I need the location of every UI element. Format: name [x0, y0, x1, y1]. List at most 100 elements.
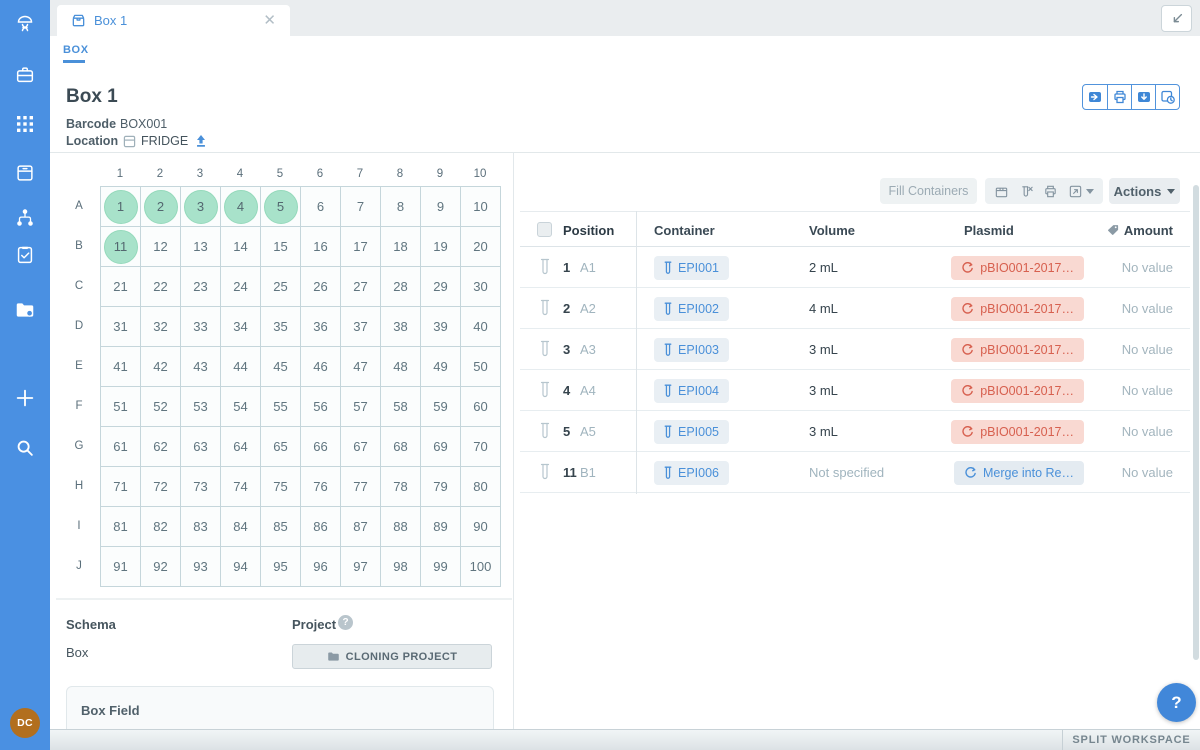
scrollbar[interactable] [1193, 185, 1199, 660]
help-button[interactable]: ? [1157, 683, 1196, 722]
grid-cell[interactable]: 14 [221, 227, 261, 267]
grid-cell[interactable]: 48 [381, 347, 421, 387]
search-icon[interactable] [0, 437, 50, 459]
grid-cell[interactable]: 20 [461, 227, 501, 267]
project-button[interactable]: CLONING PROJECT [292, 644, 492, 669]
benchtop-briefcase-icon[interactable] [0, 64, 50, 86]
grid-cell-filled[interactable]: 2 [141, 187, 181, 227]
grid-cell[interactable]: 69 [421, 427, 461, 467]
grid-cell[interactable]: 74 [221, 467, 261, 507]
column-header-amount[interactable]: Amount [1107, 212, 1173, 248]
grid-cell[interactable]: 86 [301, 507, 341, 547]
container-disc[interactable]: 5 [264, 190, 298, 224]
history-button[interactable] [1155, 85, 1179, 109]
grid-cell[interactable]: 55 [261, 387, 301, 427]
grid-cell[interactable]: 45 [261, 347, 301, 387]
grid-cell[interactable]: 98 [381, 547, 421, 587]
grid-cell[interactable]: 16 [301, 227, 341, 267]
column-header-container[interactable]: Container [654, 212, 715, 248]
grid-cell[interactable]: 6 [301, 187, 341, 227]
grid-cell[interactable]: 72 [141, 467, 181, 507]
container-chip[interactable]: EPI001 [654, 256, 729, 280]
table-row[interactable]: 4 A4 EPI004 3 mL pBIO001-2017… No value [520, 370, 1190, 411]
grid-cell[interactable]: 27 [341, 267, 381, 307]
grid-cell[interactable]: 13 [181, 227, 221, 267]
grid-cell[interactable]: 58 [381, 387, 421, 427]
print-list-icon[interactable] [1043, 184, 1058, 199]
grid-cell[interactable]: 87 [341, 507, 381, 547]
grid-cell[interactable]: 80 [461, 467, 501, 507]
grid-cell[interactable]: 17 [341, 227, 381, 267]
grid-cell[interactable]: 83 [181, 507, 221, 547]
grid-cell[interactable]: 85 [261, 507, 301, 547]
table-row[interactable]: 1 A1 EPI001 2 mL pBIO001-2017… No value [520, 247, 1190, 288]
grid-cell[interactable]: 42 [141, 347, 181, 387]
fill-containers-button[interactable]: Fill Containers [880, 178, 977, 204]
grid-cell[interactable]: 47 [341, 347, 381, 387]
grid-cell[interactable]: 61 [101, 427, 141, 467]
grid-cell[interactable]: 71 [101, 467, 141, 507]
projects-folder-icon[interactable] [0, 299, 50, 321]
grid-cell[interactable]: 49 [421, 347, 461, 387]
grid-cell[interactable]: 91 [101, 547, 141, 587]
grid-cell[interactable]: 23 [181, 267, 221, 307]
grid-cell[interactable]: 60 [461, 387, 501, 427]
grid-cell[interactable]: 67 [341, 427, 381, 467]
grid-cell[interactable]: 57 [341, 387, 381, 427]
grid-cell[interactable]: 38 [381, 307, 421, 347]
create-plus-icon[interactable] [0, 387, 50, 409]
plasmid-chip[interactable]: pBIO001-2017… [951, 256, 1084, 280]
grid-cell[interactable]: 62 [141, 427, 181, 467]
container-disc[interactable]: 3 [184, 190, 218, 224]
grid-cell[interactable]: 26 [301, 267, 341, 307]
grid-cell[interactable]: 24 [221, 267, 261, 307]
grid-cell-filled[interactable]: 3 [181, 187, 221, 227]
grid-cell[interactable]: 15 [261, 227, 301, 267]
tasks-clipboard-icon[interactable] [0, 244, 50, 266]
container-chip[interactable]: EPI005 [654, 420, 729, 444]
grid-cell[interactable]: 89 [421, 507, 461, 547]
grid-cell[interactable]: 53 [181, 387, 221, 427]
download-button[interactable] [1131, 85, 1155, 109]
container-disc[interactable]: 2 [144, 190, 178, 224]
grid-cell[interactable]: 88 [381, 507, 421, 547]
grid-cell[interactable]: 41 [101, 347, 141, 387]
grid-cell[interactable]: 82 [141, 507, 181, 547]
container-chip[interactable]: EPI006 [654, 461, 729, 485]
grid-cell[interactable]: 21 [101, 267, 141, 307]
table-row[interactable]: 3 A3 EPI003 3 mL pBIO001-2017… No value [520, 329, 1190, 370]
grid-cell[interactable]: 10 [461, 187, 501, 227]
grid-cell[interactable]: 32 [141, 307, 181, 347]
plasmid-chip[interactable]: pBIO001-2017… [951, 379, 1084, 403]
grid-cell[interactable]: 79 [421, 467, 461, 507]
workflow-tree-icon[interactable] [0, 207, 50, 229]
grid-cell[interactable]: 56 [301, 387, 341, 427]
plasmid-chip[interactable]: pBIO001-2017… [951, 420, 1084, 444]
grid-cell[interactable]: 76 [301, 467, 341, 507]
grid-cell[interactable]: 68 [381, 427, 421, 467]
grid-cell[interactable]: 75 [261, 467, 301, 507]
plasmid-chip[interactable]: pBIO001-2017… [951, 297, 1084, 321]
grid-cell[interactable]: 29 [421, 267, 461, 307]
transfer-button[interactable] [1083, 85, 1107, 109]
grid-cell[interactable]: 25 [261, 267, 301, 307]
column-header-volume[interactable]: Volume [809, 212, 855, 248]
grid-cell[interactable]: 52 [141, 387, 181, 427]
discard-tube-icon[interactable] [1019, 184, 1034, 199]
grid-cell[interactable]: 66 [301, 427, 341, 467]
plasmid-chip[interactable]: Merge into Re… [954, 461, 1084, 485]
grid-cell[interactable]: 95 [261, 547, 301, 587]
grid-cell[interactable]: 28 [381, 267, 421, 307]
project-help-icon[interactable]: ? [338, 615, 353, 630]
subtab-box[interactable]: BOX [63, 44, 89, 56]
grid-cell[interactable]: 40 [461, 307, 501, 347]
grid-cell[interactable]: 100 [461, 547, 501, 587]
grid-cell[interactable]: 93 [181, 547, 221, 587]
grid-cell[interactable]: 37 [341, 307, 381, 347]
grid-cell[interactable]: 39 [421, 307, 461, 347]
grid-cell[interactable]: 18 [381, 227, 421, 267]
column-header-plasmid[interactable]: Plasmid [964, 212, 1014, 248]
table-row[interactable]: 11 B1 EPI006 Not specified Merge into Re… [520, 452, 1190, 493]
grid-cell[interactable]: 94 [221, 547, 261, 587]
collapse-workspace-button[interactable] [1161, 5, 1192, 32]
